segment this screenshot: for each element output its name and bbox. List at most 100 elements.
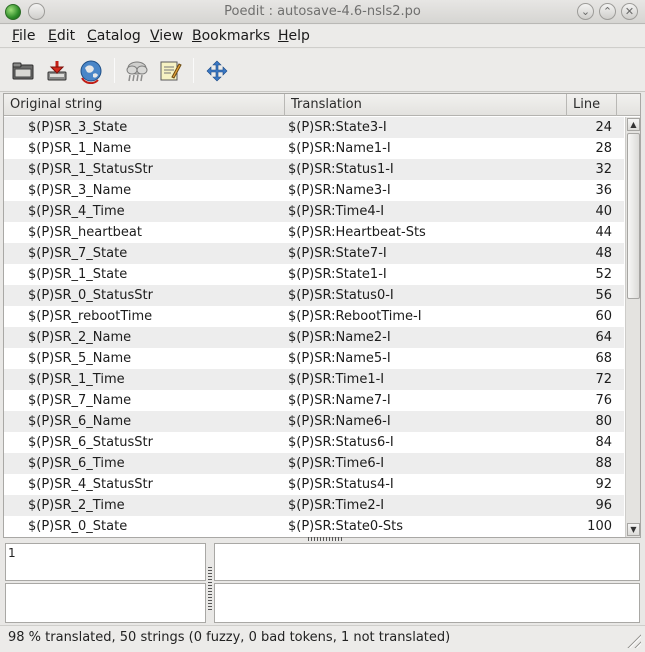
menu-view[interactable]: View	[150, 28, 183, 44]
table-row[interactable]: $(P)SR_4_StatusStr $(P)SR:Status4-I 92	[4, 474, 624, 495]
row-original-string: $(P)SR_2_Name	[28, 330, 132, 345]
update-catalog-icon	[80, 60, 102, 84]
column-header-original[interactable]: Original string	[4, 94, 285, 116]
row-original-string: $(P)SR_5_Name	[28, 351, 132, 366]
row-line-number: 84	[595, 435, 612, 450]
table-row[interactable]: $(P)SR_0_State $(P)SR:State0-Sts 100	[4, 516, 624, 537]
row-line-number: 68	[595, 351, 612, 366]
scroll-up-button[interactable]: ▲	[627, 118, 640, 131]
column-header-line[interactable]: Line	[567, 94, 617, 116]
title-bar: Poedit : autosave-4.6-nsls2.po ⌄ ⌃ ✕	[0, 0, 645, 24]
row-translation: $(P)SR:State0-Sts	[288, 519, 404, 534]
table-row[interactable]: $(P)SR_2_Time $(P)SR:Time2-I 96	[4, 495, 624, 516]
vertical-scrollbar[interactable]: ▲ ▼	[625, 117, 640, 537]
horizontal-splitter-handle[interactable]	[308, 537, 342, 541]
table-row[interactable]: $(P)SR_6_Time $(P)SR:Time6-I 88	[4, 453, 624, 474]
row-translation: $(P)SR:Heartbeat-Sts	[288, 225, 426, 240]
row-translation: $(P)SR:Status4-I	[288, 477, 394, 492]
menu-file[interactable]: File	[12, 28, 35, 44]
row-original-string: $(P)SR_0_State	[28, 519, 128, 534]
scroll-down-button[interactable]: ▼	[627, 523, 640, 536]
open-folder-icon	[12, 62, 34, 80]
row-original-string: $(P)SR_1_Time	[28, 372, 125, 387]
source-text: 1	[8, 546, 16, 560]
translation-text-pane[interactable]	[5, 583, 206, 623]
arrow-up-icon: ▲	[630, 120, 637, 129]
maximize-button[interactable]: ⌃	[599, 3, 616, 20]
row-translation: $(P)SR:Time6-I	[288, 456, 385, 471]
row-line-number: 64	[595, 330, 612, 345]
menu-edit[interactable]: Edit	[48, 28, 75, 44]
table-row[interactable]: $(P)SR_3_Name $(P)SR:Name3-I 36	[4, 180, 624, 201]
row-original-string: $(P)SR_6_Time	[28, 456, 125, 471]
row-line-number: 32	[595, 162, 612, 177]
row-line-number: 52	[595, 267, 612, 282]
open-button[interactable]	[9, 57, 37, 85]
validate-button[interactable]	[123, 57, 151, 85]
list-header: Original string Translation Line	[4, 94, 640, 116]
row-translation: $(P)SR:RebootTime-I	[288, 309, 422, 324]
fullscreen-icon	[206, 60, 228, 82]
table-row[interactable]: $(P)SR_6_StatusStr $(P)SR:Status6-I 84	[4, 432, 624, 453]
comment-edit-icon	[160, 61, 182, 81]
row-translation: $(P)SR:Time4-I	[288, 204, 385, 219]
table-row[interactable]: $(P)SR_7_State $(P)SR:State7-I 48	[4, 243, 624, 264]
save-button[interactable]	[43, 57, 71, 85]
row-line-number: 88	[595, 456, 612, 471]
table-row[interactable]: $(P)SR_heartbeat $(P)SR:Heartbeat-Sts 44	[4, 222, 624, 243]
row-line-number: 48	[595, 246, 612, 261]
close-button[interactable]: ✕	[621, 3, 638, 20]
table-row[interactable]: $(P)SR_1_StatusStr $(P)SR:Status1-I 32	[4, 159, 624, 180]
table-row[interactable]: $(P)SR_2_Name $(P)SR:Name2-I 64	[4, 327, 624, 348]
row-translation: $(P)SR:Name3-I	[288, 183, 391, 198]
row-line-number: 100	[587, 519, 612, 534]
scrollbar-thumb[interactable]	[627, 133, 640, 299]
row-line-number: 44	[595, 225, 612, 240]
minimize-button[interactable]: ⌄	[577, 3, 594, 20]
save-icon	[47, 61, 67, 81]
row-line-number: 72	[595, 372, 612, 387]
minimize-icon: ⌄	[580, 5, 591, 18]
table-row[interactable]: $(P)SR_rebootTime $(P)SR:RebootTime-I 60	[4, 306, 624, 327]
update-catalog-button[interactable]	[77, 57, 105, 85]
status-bar: 98 % translated, 50 strings (0 fuzzy, 0 …	[0, 625, 645, 652]
table-row[interactable]: $(P)SR_1_Time $(P)SR:Time1-I 72	[4, 369, 624, 390]
table-row[interactable]: $(P)SR_0_StatusStr $(P)SR:Status0-I 56	[4, 285, 624, 306]
row-line-number: 28	[595, 141, 612, 156]
table-row[interactable]: $(P)SR_1_State $(P)SR:State1-I 52	[4, 264, 624, 285]
row-translation: $(P)SR:Name1-I	[288, 141, 391, 156]
comment-edit-button[interactable]	[156, 57, 184, 85]
strings-list[interactable]: Original string Translation Line $(P)SR_…	[3, 93, 641, 538]
row-line-number: 76	[595, 393, 612, 408]
fullscreen-button[interactable]	[203, 57, 231, 85]
row-translation: $(P)SR:Name5-I	[288, 351, 391, 366]
row-line-number: 92	[595, 477, 612, 492]
row-original-string: $(P)SR_6_Name	[28, 414, 132, 429]
row-original-string: $(P)SR_1_Name	[28, 141, 132, 156]
menu-help[interactable]: Help	[278, 28, 310, 44]
row-translation: $(P)SR:State7-I	[288, 246, 387, 261]
source-text-pane: 1	[5, 543, 206, 581]
table-row[interactable]: $(P)SR_6_Name $(P)SR:Name6-I 80	[4, 411, 624, 432]
window-title: Poedit : autosave-4.6-nsls2.po	[224, 4, 421, 19]
menu-catalog[interactable]: Catalog	[87, 28, 141, 44]
table-row[interactable]: $(P)SR_3_State $(P)SR:State3-I 24	[4, 117, 624, 138]
resize-grip-icon[interactable]	[625, 632, 641, 648]
menu-bookmarks[interactable]: Bookmarks	[192, 28, 270, 44]
row-translation: $(P)SR:Time1-I	[288, 372, 385, 387]
row-original-string: $(P)SR_1_State	[28, 267, 128, 282]
close-icon: ✕	[624, 5, 635, 18]
table-row[interactable]: $(P)SR_7_Name $(P)SR:Name7-I 76	[4, 390, 624, 411]
row-original-string: $(P)SR_2_Time	[28, 498, 125, 513]
table-row[interactable]: $(P)SR_5_Name $(P)SR:Name5-I 68	[4, 348, 624, 369]
vertical-splitter-handle[interactable]	[208, 585, 212, 611]
table-row[interactable]: $(P)SR_4_Time $(P)SR:Time4-I 40	[4, 201, 624, 222]
row-original-string: $(P)SR_6_StatusStr	[28, 435, 153, 450]
column-header-translation[interactable]: Translation	[285, 94, 567, 116]
row-line-number: 80	[595, 414, 612, 429]
toolbar-separator	[193, 58, 194, 83]
row-original-string: $(P)SR_4_StatusStr	[28, 477, 153, 492]
row-translation: $(P)SR:Name7-I	[288, 393, 391, 408]
toolbar	[0, 49, 645, 92]
table-row[interactable]: $(P)SR_1_Name $(P)SR:Name1-I 28	[4, 138, 624, 159]
